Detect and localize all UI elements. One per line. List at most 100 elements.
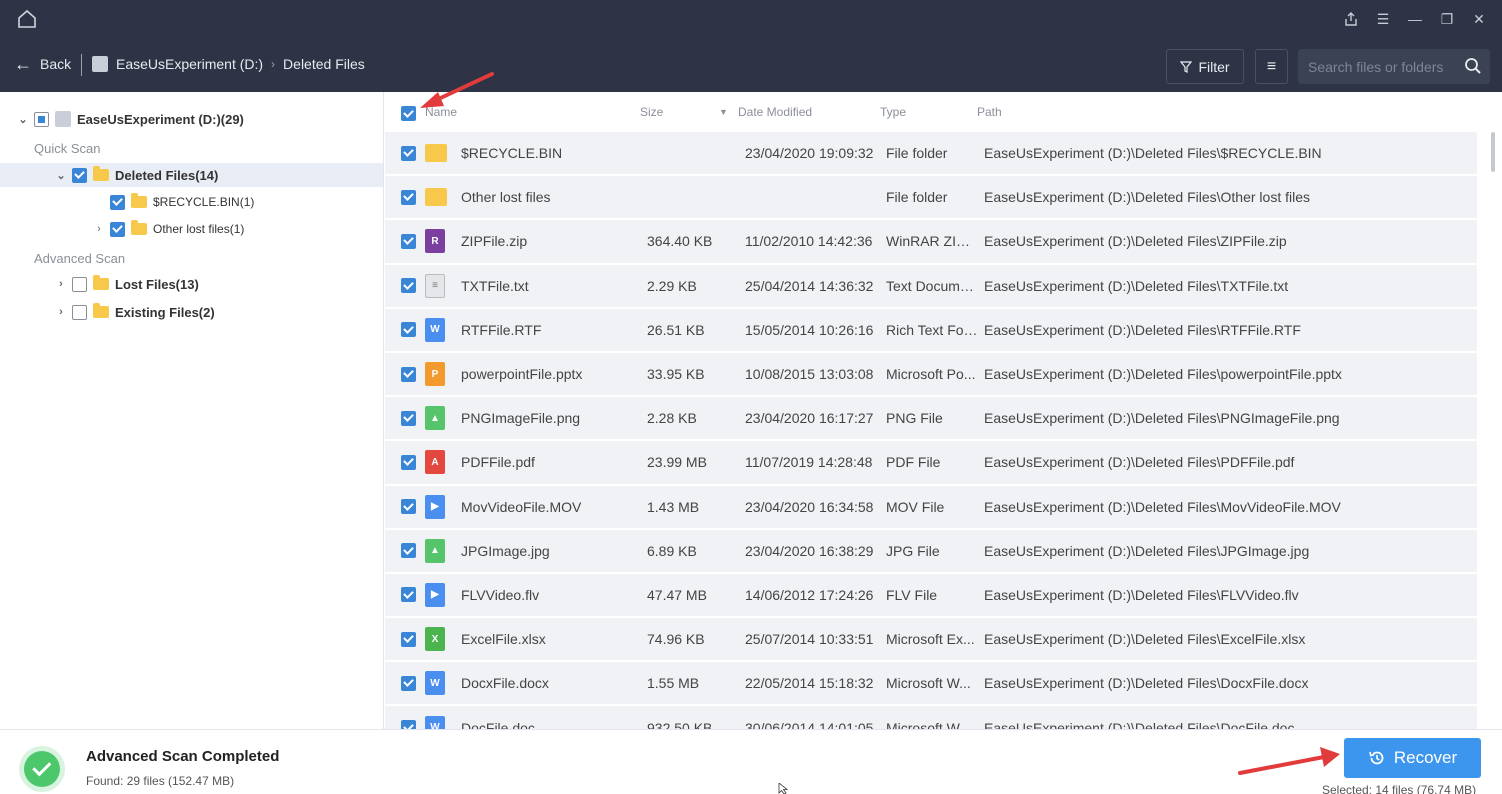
row-checkbox[interactable]: [401, 587, 416, 603]
tree-item-deleted-files[interactable]: ⌄ Deleted Files(14): [0, 163, 383, 187]
column-header-date[interactable]: Date Modified: [738, 105, 812, 119]
table-row[interactable]: W DocxFile.docx 1.55 MB 22/05/2014 15:18:32…: [385, 662, 1477, 707]
menu-icon[interactable]: ☰: [1372, 8, 1394, 30]
row-checkbox[interactable]: [401, 366, 416, 382]
file-date: 23/04/2020 19:09:32: [745, 145, 874, 162]
file-path: EaseUsExperiment (D:)\Deleted Files\ZIPF…: [984, 233, 1287, 250]
view-menu-button[interactable]: ≡: [1255, 49, 1288, 84]
filter-label: Filter: [1198, 58, 1230, 75]
recover-button[interactable]: Recover: [1344, 738, 1481, 778]
row-checkbox[interactable]: [401, 675, 416, 691]
table-row[interactable]: $RECYCLE.BIN 23/04/2020 19:09:32 File fold…: [385, 132, 1477, 177]
select-all-checkbox[interactable]: [401, 106, 416, 121]
row-checkbox[interactable]: [401, 278, 416, 294]
recover-label: Recover: [1393, 748, 1458, 767]
tree-item-root[interactable]: ⌄ EaseUsExperiment (D:)(29): [16, 108, 244, 130]
table-row[interactable]: R ZIPFile.zip 364.40 KB 11/02/2010 14:42:36…: [385, 220, 1477, 265]
table-row[interactable]: ▲ JPGImage.jpg 6.89 KB 23/04/2020 16:38:29 J…: [385, 530, 1477, 574]
column-header-path[interactable]: Path: [977, 105, 1002, 119]
scrollbar-thumb[interactable]: [1491, 132, 1495, 172]
chevron-down-icon[interactable]: ⌄: [54, 169, 68, 182]
row-checkbox[interactable]: [401, 631, 416, 647]
restore-icon[interactable]: ❐: [1436, 8, 1458, 30]
file-name: RTFFile.RTF: [461, 321, 542, 338]
breadcrumb-folder[interactable]: Deleted Files: [283, 56, 365, 72]
drive-icon: [55, 111, 71, 127]
row-checkbox[interactable]: [401, 499, 416, 515]
file-date: 11/07/2019 14:28:48: [745, 454, 873, 471]
column-header-name[interactable]: Name: [425, 105, 457, 119]
tree-item-other-lost[interactable]: › Other lost files(1): [92, 218, 244, 240]
search-input[interactable]: [1298, 58, 1458, 75]
tree-item-existing-files[interactable]: › Existing Files(2): [54, 301, 215, 323]
chevron-down-icon[interactable]: ⌄: [16, 113, 30, 126]
table-row[interactable]: X ExcelFile.xlsx 74.96 KB 25/07/2014 10:33:…: [385, 618, 1477, 663]
row-checkbox[interactable]: [401, 543, 416, 559]
checkbox[interactable]: [72, 304, 87, 320]
file-type: Microsoft W...: [886, 675, 971, 692]
column-header-size[interactable]: Size: [640, 105, 663, 119]
back-button[interactable]: ← Back: [14, 55, 71, 73]
breadcrumb: EaseUsExperiment (D:) › Deleted Files: [92, 56, 365, 72]
file-size: 1.55 MB: [647, 675, 700, 692]
chevron-right-icon: ›: [271, 57, 276, 71]
divider: [81, 54, 82, 76]
file-date: 23/04/2020 16:17:27: [745, 410, 874, 427]
table-row[interactable]: Other lost files File folder EaseUsExperim…: [385, 176, 1477, 221]
file-type: PNG File: [886, 410, 943, 427]
file-name: ZIPFile.zip: [461, 233, 528, 250]
table-row[interactable]: ▲ PNGImageFile.png 2.28 KB 23/04/2020 16:17…: [385, 397, 1477, 442]
file-type: Text Docume...: [886, 277, 978, 294]
file-type: Microsoft W...: [886, 719, 971, 729]
file-name: TXTFile.txt: [461, 277, 529, 294]
table-row[interactable]: ▶ FLVVideo.flv 47.47 MB 14/06/2012 17:24:26…: [385, 574, 1477, 619]
title-bar: ☰ — ❐ ✕ ← Back EaseUsExperiment (D:) › D…: [0, 0, 1502, 92]
table-row[interactable]: ≡ TXTFile.txt 2.29 KB 25/04/2014 14:36:32 Te…: [385, 265, 1477, 309]
row-checkbox[interactable]: [401, 720, 416, 729]
row-checkbox[interactable]: [401, 410, 416, 426]
file-type: FLV File: [886, 586, 938, 603]
row-checkbox[interactable]: [401, 145, 416, 161]
row-checkbox[interactable]: [401, 454, 416, 470]
tree-item-label: Existing Files(2): [115, 304, 215, 320]
folder-icon: [131, 193, 147, 208]
drive-icon: [92, 56, 108, 72]
chevron-right-icon[interactable]: ›: [54, 278, 68, 290]
filter-button[interactable]: Filter: [1166, 49, 1244, 84]
checkbox[interactable]: [34, 111, 49, 127]
table-row[interactable]: ▶ MovVideoFile.MOV 1.43 MB 23/04/2020 16:34…: [385, 486, 1477, 530]
scrollbar[interactable]: [1490, 132, 1496, 722]
minimize-icon[interactable]: —: [1404, 8, 1426, 30]
share-icon[interactable]: [1340, 8, 1362, 30]
chevron-right-icon[interactable]: ›: [92, 223, 106, 235]
checkbox[interactable]: [72, 167, 87, 183]
row-checkbox[interactable]: [401, 233, 416, 249]
row-checkbox[interactable]: [401, 322, 416, 338]
breadcrumb-drive[interactable]: EaseUsExperiment (D:): [116, 56, 263, 72]
checkbox[interactable]: [72, 276, 87, 292]
folder-icon: [131, 220, 147, 235]
file-size: 2.28 KB: [647, 410, 697, 427]
table-row[interactable]: W DocFile.doc 932.50 KB 30/06/2014 14:01:05…: [385, 706, 1477, 729]
file-size: 6.89 KB: [647, 542, 697, 559]
scan-status-title: Advanced Scan Completed: [86, 748, 280, 765]
folder-icon: [93, 275, 109, 290]
table-row[interactable]: W RTFFile.RTF 26.51 KB 15/05/2014 10:26:16 R…: [385, 309, 1477, 353]
scan-found-summary: Found: 29 files (152.47 MB): [86, 774, 235, 788]
file-date: 22/05/2014 15:18:32: [745, 675, 874, 692]
file-name: powerpointFile.pptx: [461, 366, 583, 383]
tree-item-lost-files[interactable]: › Lost Files(13): [54, 273, 199, 295]
row-checkbox[interactable]: [401, 189, 416, 205]
search-icon[interactable]: [1464, 57, 1482, 75]
chevron-right-icon[interactable]: ›: [54, 306, 68, 318]
tree-item-recycle-bin[interactable]: $RECYCLE.BIN(1): [106, 191, 254, 213]
word-file-icon: W: [425, 317, 445, 342]
home-icon[interactable]: [16, 8, 38, 30]
close-icon[interactable]: ✕: [1468, 8, 1490, 30]
column-header-type[interactable]: Type: [880, 105, 906, 119]
table-row[interactable]: A PDFFile.pdf 23.99 MB 11/07/2019 14:28:48 P…: [385, 441, 1477, 486]
checkbox[interactable]: [110, 194, 125, 210]
checkbox[interactable]: [110, 221, 125, 237]
table-row[interactable]: PpowerpointFile.pptx 33.95 KB 10/08/2015 1…: [385, 353, 1477, 398]
filter-icon: [1180, 60, 1193, 73]
